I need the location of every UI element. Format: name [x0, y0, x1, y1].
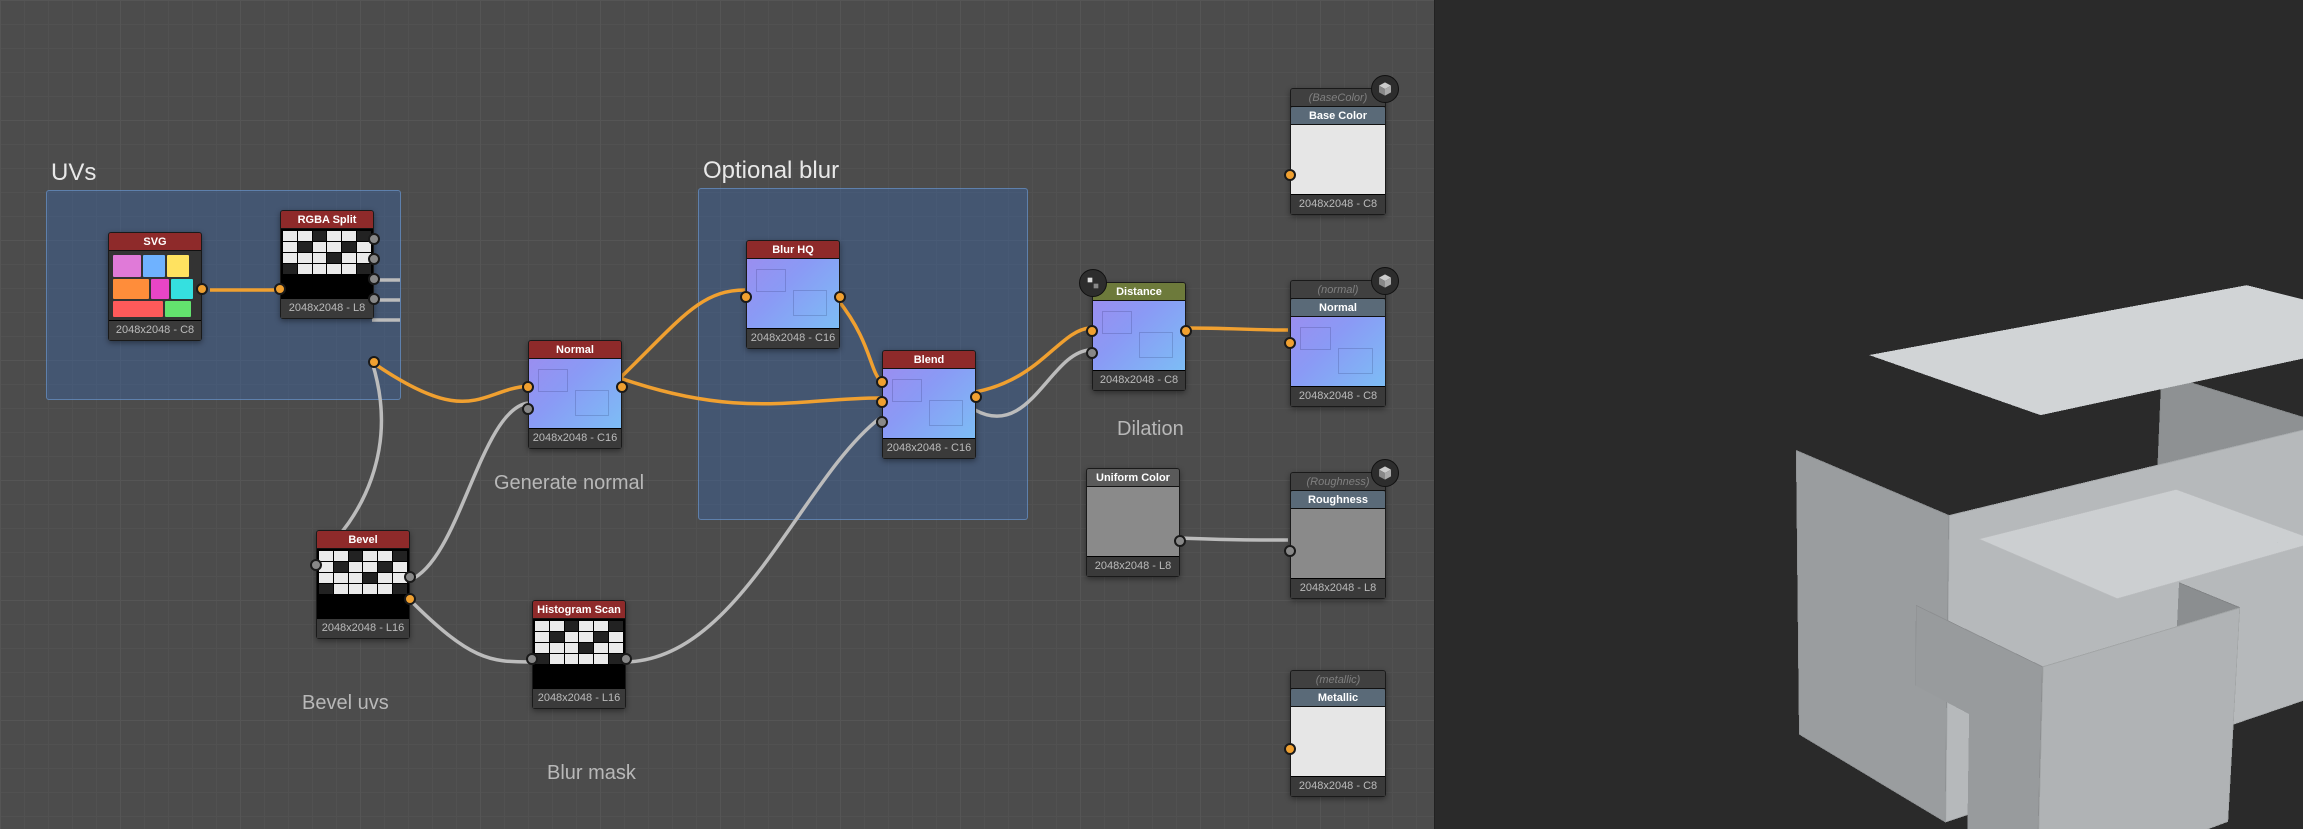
node-footer: 2048x2048 - C8: [1291, 387, 1385, 406]
node-title: Histogram Scan: [533, 601, 625, 619]
node-blur-hq[interactable]: Blur HQ 2048x2048 - C16: [746, 240, 840, 349]
node-bevel[interactable]: Bevel 2048x2048 - L16: [316, 530, 410, 639]
node-output-normal[interactable]: (normal) Normal 2048x2048 - C8: [1290, 280, 1386, 407]
node-blend[interactable]: Blend 2048x2048 - C16: [882, 350, 976, 459]
node-title: Distance: [1093, 283, 1185, 301]
node-thumb: [281, 229, 373, 299]
port-in-mask[interactable]: [1086, 347, 1098, 359]
frame-blur[interactable]: Optional blur: [698, 188, 1028, 520]
port-in[interactable]: [1284, 545, 1296, 557]
node-thumb: [1291, 509, 1385, 579]
3d-viewport[interactable]: [1435, 0, 2303, 829]
node-distance[interactable]: Distance 2048x2048 - C8: [1092, 282, 1186, 391]
cube-icon: [1371, 459, 1399, 487]
caption-bevel-uvs: Bevel uvs: [302, 692, 389, 715]
node-rgba-split[interactable]: RGBA Split 2048x2048 - L8: [280, 210, 374, 319]
port-out-g[interactable]: [368, 253, 380, 265]
node-footer: 2048x2048 - L8: [281, 299, 373, 318]
node-footer: 2048x2048 - L8: [1291, 579, 1385, 598]
frame-title-uvs: UVs: [51, 159, 96, 187]
port-in[interactable]: [526, 653, 538, 665]
node-thumb: [529, 359, 621, 429]
port-out-1[interactable]: [404, 571, 416, 583]
port-out[interactable]: [1174, 535, 1186, 547]
cube-icon: [1371, 267, 1399, 295]
node-type-label: (metallic): [1291, 671, 1385, 689]
node-output-basecolor[interactable]: (BaseColor) Base Color 2048x2048 - C8: [1290, 88, 1386, 215]
node-footer: 2048x2048 - C8: [1291, 195, 1385, 214]
port-in-src[interactable]: [1086, 325, 1098, 337]
port-out-b[interactable]: [368, 273, 380, 285]
node-3d-icon: [1079, 269, 1107, 297]
node-thumb: [109, 251, 201, 321]
caption-dilation: Dilation: [1117, 418, 1184, 441]
node-footer: 2048x2048 - C8: [1093, 371, 1185, 390]
node-thumb: [1291, 125, 1385, 195]
node-title: RGBA Split: [281, 211, 373, 229]
node-title: Blend: [883, 351, 975, 369]
node-thumb: [883, 369, 975, 439]
cube-icon: [1371, 75, 1399, 103]
port-in-2[interactable]: [522, 403, 534, 415]
port-out[interactable]: [620, 653, 632, 665]
caption-generate-normal: Generate normal: [494, 472, 644, 495]
port-in-bg[interactable]: [876, 396, 888, 408]
node-title: Bevel: [317, 531, 409, 549]
node-graph-canvas[interactable]: UVs Optional blur Generate normal Bevel …: [0, 0, 1435, 829]
port-out-2[interactable]: [404, 593, 416, 605]
node-footer: 2048x2048 - C16: [883, 439, 975, 458]
port-in[interactable]: [310, 559, 322, 571]
node-footer: 2048x2048 - C16: [529, 429, 621, 448]
node-footer: 2048x2048 - C16: [747, 329, 839, 348]
node-title: Normal: [1291, 299, 1385, 317]
node-title: Blur HQ: [747, 241, 839, 259]
node-output-roughness[interactable]: (Roughness) Roughness 2048x2048 - L8: [1290, 472, 1386, 599]
node-title: SVG: [109, 233, 201, 251]
node-thumb: [1291, 707, 1385, 777]
node-title: Metallic: [1291, 689, 1385, 707]
node-footer: 2048x2048 - C8: [109, 321, 201, 340]
port-out[interactable]: [970, 391, 982, 403]
node-footer: 2048x2048 - L16: [317, 619, 409, 638]
port-out[interactable]: [196, 283, 208, 295]
port-out-r[interactable]: [368, 233, 380, 245]
port-out[interactable]: [1180, 325, 1192, 337]
node-histogram-scan[interactable]: Histogram Scan 2048x2048 - L16: [532, 600, 626, 709]
node-thumb: [1093, 301, 1185, 371]
node-uniform-color[interactable]: Uniform Color 2048x2048 - L8: [1086, 468, 1180, 577]
node-output-metallic[interactable]: (metallic) Metallic 2048x2048 - C8: [1290, 670, 1386, 797]
port-in[interactable]: [1284, 169, 1296, 181]
port-in-mask[interactable]: [876, 416, 888, 428]
node-thumb: [747, 259, 839, 329]
node-footer: 2048x2048 - C8: [1291, 777, 1385, 796]
port-in[interactable]: [274, 283, 286, 295]
node-title: Roughness: [1291, 491, 1385, 509]
node-title: Base Color: [1291, 107, 1385, 125]
frame-title-blur: Optional blur: [703, 157, 839, 185]
node-thumb: [533, 619, 625, 689]
port-in[interactable]: [1284, 743, 1296, 755]
node-title: Normal: [529, 341, 621, 359]
port-in[interactable]: [1284, 337, 1296, 349]
node-title: Uniform Color: [1087, 469, 1179, 487]
node-svg[interactable]: SVG 2048x2048 - C8: [108, 232, 202, 341]
port-out-rgba[interactable]: [368, 356, 380, 368]
port-in[interactable]: [740, 291, 752, 303]
port-out[interactable]: [616, 381, 628, 393]
port-in[interactable]: [522, 381, 534, 393]
node-thumb: [1087, 487, 1179, 557]
node-normal[interactable]: Normal 2048x2048 - C16: [528, 340, 622, 449]
node-thumb: [1291, 317, 1385, 387]
port-out-a[interactable]: [368, 293, 380, 305]
node-thumb: [317, 549, 409, 619]
caption-blur-mask: Blur mask: [547, 762, 636, 785]
port-out[interactable]: [834, 291, 846, 303]
node-footer: 2048x2048 - L16: [533, 689, 625, 708]
node-footer: 2048x2048 - L8: [1087, 557, 1179, 576]
port-in-fg[interactable]: [876, 376, 888, 388]
